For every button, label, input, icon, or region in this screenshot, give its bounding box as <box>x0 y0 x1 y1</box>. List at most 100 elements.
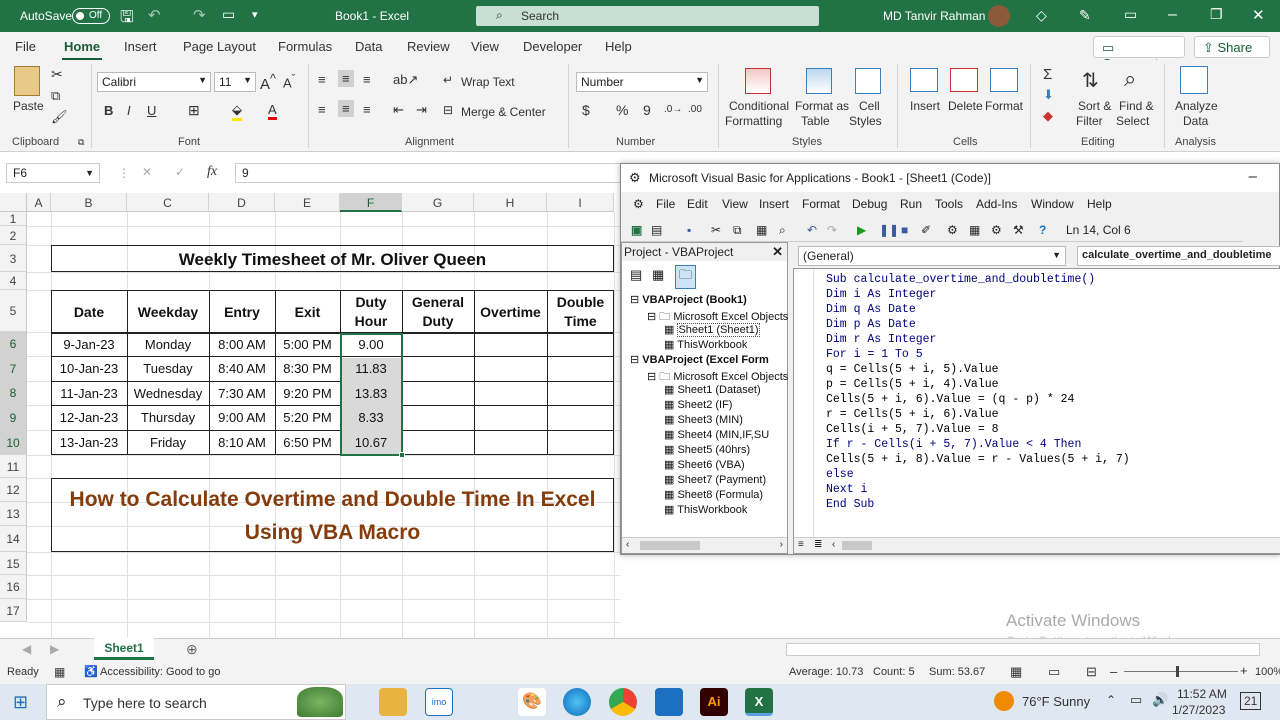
vba-menu-help[interactable]: Help <box>1087 197 1112 211</box>
zoom-slider[interactable] <box>1124 666 1238 677</box>
paste-icon[interactable]: ▦ <box>756 223 767 237</box>
find-icon[interactable]: ⌕ <box>779 223 786 238</box>
wrap-text-button[interactable]: Wrap Text <box>461 75 515 89</box>
row-header-6[interactable]: 6 <box>0 332 27 356</box>
cell-C8[interactable]: Wednesday <box>127 386 209 401</box>
cell-B9[interactable]: 12-Jan-23 <box>51 410 127 425</box>
column-header-A[interactable]: A <box>27 193 51 212</box>
dialog-launcher-icon[interactable]: ⧉ <box>78 137 84 148</box>
align-left-icon[interactable]: ≡ <box>318 102 326 117</box>
header-exit[interactable]: Exit <box>275 303 340 322</box>
code-editor[interactable]: Sub calculate_overtime_and_doubletime() D… <box>793 268 1280 554</box>
styles-btn-label[interactable]: Styles <box>849 114 882 128</box>
autosum-icon[interactable]: Σ <box>1043 66 1052 83</box>
format-cells-label[interactable]: Format <box>985 99 1023 113</box>
code-line[interactable]: p = Cells(5 + i, 4).Value <box>826 378 999 391</box>
zoom-in-icon[interactable]: + <box>1240 663 1248 678</box>
cell-E10[interactable]: 6:50 PM <box>275 435 340 450</box>
cell-E7[interactable]: 8:30 PM <box>275 361 340 376</box>
close-icon[interactable]: ✕ <box>772 244 783 260</box>
maximize-icon[interactable]: ❐ <box>1210 6 1223 23</box>
row-header-9[interactable]: 9 <box>0 405 27 430</box>
row-header-10[interactable]: 10 <box>0 430 27 455</box>
vba-menu-window[interactable]: Window <box>1031 197 1074 211</box>
banner-line-1[interactable]: How to Calculate Overtime and Double Tim… <box>51 488 614 512</box>
sort-label[interactable]: Sort & <box>1078 99 1111 113</box>
tree-item[interactable]: ▦ Sheet4 (MIN,IF,SU <box>664 428 769 441</box>
design-mode-icon[interactable]: ✐ <box>921 223 931 237</box>
project-explorer-icon[interactable]: ⚙ <box>947 223 958 237</box>
tab-home[interactable]: Home <box>61 39 103 61</box>
cell-E6[interactable]: 5:00 PM <box>275 337 340 352</box>
macro-record-icon[interactable]: ▦ <box>54 665 65 679</box>
diamond-icon[interactable]: ◇ <box>1036 7 1047 24</box>
toolbox-icon[interactable]: ⚒ <box>1013 223 1024 237</box>
undo-icon[interactable]: ↶ <box>807 223 817 237</box>
row-header-2[interactable]: 2 <box>0 226 27 245</box>
save-icon[interactable]: 🖫 <box>120 6 134 33</box>
paint-icon[interactable]: 🎨 <box>518 688 546 716</box>
row-header-8[interactable]: 8 <box>0 381 27 405</box>
fill-handle[interactable] <box>399 452 405 458</box>
tab-help[interactable]: Help <box>605 39 632 54</box>
code-line[interactable]: r = Cells(5 + i, 6).Value <box>826 408 999 421</box>
cell-D9[interactable]: 9:00 AM <box>209 410 275 425</box>
fill-color-icon[interactable]: ⬙ <box>232 102 242 121</box>
clear-icon[interactable]: ◆ <box>1043 108 1053 124</box>
cut-icon[interactable]: ✂ <box>711 223 721 237</box>
sheet-title[interactable]: Weekly Timesheet of Mr. Oliver Queen <box>51 250 614 270</box>
sort-filter-icon[interactable]: ⇅ <box>1082 68 1099 93</box>
help-icon[interactable]: ? <box>1039 223 1046 237</box>
merge-center-button[interactable]: Merge & Center <box>461 105 546 119</box>
cancel-icon[interactable]: ✕ <box>142 165 152 179</box>
vba-menu-edit[interactable]: Edit <box>687 197 708 211</box>
tree-item[interactable]: ▦ Sheet7 (Payment) <box>664 473 766 486</box>
borders-icon[interactable]: ⊞ <box>188 102 200 119</box>
cell-D7[interactable]: 8:40 AM <box>209 361 275 376</box>
row-header-14[interactable]: 14 <box>0 526 27 552</box>
align-center-icon[interactable]: ≡ <box>338 100 354 117</box>
filter-label[interactable]: Filter <box>1076 114 1103 128</box>
analyze-data-icon[interactable] <box>1180 66 1208 94</box>
vba-menu-addins[interactable]: Add-Ins <box>976 197 1017 211</box>
tree-item[interactable]: ▦ Sheet8 (Formula) <box>664 488 763 501</box>
pen-icon[interactable]: ✎ <box>1079 7 1091 24</box>
save-icon[interactable]: ▪ <box>687 223 691 237</box>
column-header-C[interactable]: C <box>127 193 209 212</box>
column-header-H[interactable]: H <box>474 193 547 212</box>
object-browser-icon[interactable]: ⚙ <box>991 223 1002 237</box>
tree-item[interactable]: ▦ Sheet3 (MIN) <box>664 413 743 426</box>
tab-page-layout[interactable]: Page Layout <box>183 39 256 54</box>
normal-view-icon[interactable]: ▦ <box>1010 664 1022 680</box>
cell-E8[interactable]: 9:20 PM <box>275 386 340 401</box>
redo-icon[interactable]: ↷ <box>827 223 837 237</box>
column-header-F[interactable]: F <box>340 193 402 212</box>
orientation-icon[interactable]: ab↗ <box>393 72 418 88</box>
delete-cells-label[interactable]: Delete <box>948 99 983 113</box>
formatting-label[interactable]: Formatting <box>725 114 782 128</box>
accessibility-icon[interactable]: ♿ <box>84 665 98 678</box>
currency-icon[interactable]: $ <box>582 102 590 118</box>
cell-C7[interactable]: Tuesday <box>127 361 209 376</box>
properties-icon[interactable]: ▦ <box>969 223 980 237</box>
insert-cells-label[interactable]: Insert <box>910 99 940 113</box>
tab-data[interactable]: Data <box>355 39 382 54</box>
cell-E9[interactable]: 5:20 PM <box>275 410 340 425</box>
select-all-corner[interactable] <box>0 193 27 212</box>
taskbar-search[interactable]: ⌕ Type here to search <box>46 684 346 720</box>
weather-icon[interactable] <box>994 691 1014 711</box>
cell-C9[interactable]: Thursday <box>127 410 209 425</box>
analyze-data-label[interactable]: Data <box>1183 114 1208 128</box>
column-header-E[interactable]: E <box>275 193 340 212</box>
tree-item[interactable]: ▦ Sheet5 (40hrs) <box>664 443 750 456</box>
file-explorer-icon[interactable] <box>379 688 407 716</box>
horizontal-scrollbar[interactable] <box>786 643 1260 656</box>
row-header-1[interactable]: 1 <box>0 212 27 226</box>
bold-icon[interactable]: B <box>104 103 113 118</box>
column-header-G[interactable]: G <box>402 193 474 212</box>
code-line[interactable]: Dim r As Integer <box>826 333 936 346</box>
vba-menu-run[interactable]: Run <box>900 197 922 211</box>
reset-icon[interactable]: ■ <box>901 223 908 237</box>
weather-text[interactable]: 76°F Sunny <box>1022 694 1090 709</box>
code-line[interactable]: For i = 1 To 5 <box>826 348 923 361</box>
